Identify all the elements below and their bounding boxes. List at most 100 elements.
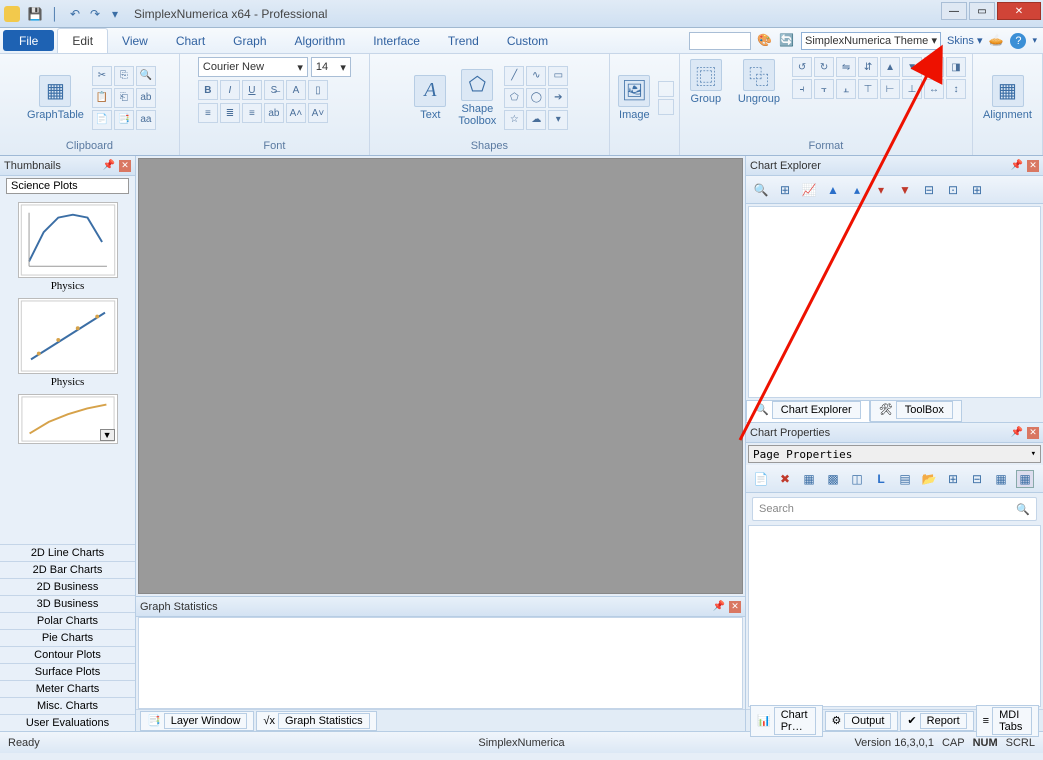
paste3-icon[interactable]: 📑 — [114, 110, 134, 130]
align-c-icon[interactable]: ⫟ — [814, 79, 834, 99]
flip1-icon[interactable]: ◧ — [924, 57, 944, 77]
line-icon[interactable]: ╱ — [504, 66, 524, 86]
curve-icon[interactable]: ∿ — [526, 66, 546, 86]
alignment-button[interactable]: ▦Alignment — [979, 73, 1036, 123]
canvas[interactable] — [138, 158, 743, 594]
dist-h-icon[interactable]: ↔ — [924, 79, 944, 99]
p3-icon[interactable]: ◫ — [848, 470, 866, 488]
p5-icon[interactable]: ▤ — [896, 470, 914, 488]
grow-font-icon[interactable]: A˄ — [286, 103, 306, 123]
cat-2d-bar[interactable]: 2D Bar Charts — [0, 561, 135, 578]
tab-algorithm[interactable]: Algorithm — [281, 28, 360, 53]
select-icon[interactable]: aa — [136, 110, 156, 130]
copy2-icon[interactable]: ⎗ — [114, 88, 134, 108]
italic-button[interactable]: I — [220, 80, 240, 100]
expand-icon[interactable]: ⊞ — [776, 181, 794, 199]
pie-icon[interactable]: 🥧 — [988, 33, 1004, 49]
star-icon[interactable]: ☆ — [504, 110, 524, 130]
close-button[interactable]: ✕ — [997, 2, 1041, 20]
cat-polar[interactable]: Polar Charts — [0, 612, 135, 629]
align-r-icon[interactable]: ⫠ — [836, 79, 856, 99]
p6-icon[interactable]: 📂 — [920, 470, 938, 488]
font-name-combo[interactable]: Courier New▾ — [198, 57, 308, 77]
tree2-icon[interactable]: ⊡ — [944, 181, 962, 199]
paste2-icon[interactable]: 📄 — [92, 110, 112, 130]
properties-grid[interactable] — [748, 525, 1041, 707]
cat-2d-line[interactable]: 2D Line Charts — [0, 544, 135, 561]
save-icon[interactable]: 💾 — [26, 5, 44, 23]
pin-icon[interactable]: 📌 — [1011, 427, 1023, 438]
cat-contour[interactable]: Contour Plots — [0, 646, 135, 663]
image-opt2-icon[interactable] — [658, 99, 674, 115]
tab-chart-explorer[interactable]: 🔍 Chart Explorer — [746, 400, 870, 422]
sync-icon[interactable]: 🔄 — [779, 33, 795, 49]
tab-view[interactable]: View — [108, 28, 162, 53]
p2-icon[interactable]: ▩ — [824, 470, 842, 488]
p7-icon[interactable]: ⊞ — [944, 470, 962, 488]
align-m-icon[interactable]: ⊢ — [880, 79, 900, 99]
maximize-button[interactable]: ▭ — [969, 2, 995, 20]
bring-front-icon[interactable]: ▲ — [880, 57, 900, 77]
font-color-icon[interactable]: A — [286, 80, 306, 100]
dist-v-icon[interactable]: ↕ — [946, 79, 966, 99]
down2-icon[interactable]: ▼ — [896, 181, 914, 199]
align-t-icon[interactable]: ⊤ — [858, 79, 878, 99]
help-dropdown-icon[interactable]: ▾ — [1032, 35, 1037, 46]
minimize-button[interactable]: — — [941, 2, 967, 20]
flip-v-icon[interactable]: ⇵ — [858, 57, 878, 77]
align-b-icon[interactable]: ⊥ — [902, 79, 922, 99]
scroll-down-icon[interactable]: ▼ — [100, 429, 115, 441]
image-opt1-icon[interactable] — [658, 81, 674, 97]
align-left-icon[interactable]: ≡ — [198, 103, 218, 123]
p4-icon[interactable]: L — [872, 470, 890, 488]
ungroup-button[interactable]: ⿻Ungroup — [734, 57, 784, 107]
new-icon[interactable]: 📄 — [752, 470, 770, 488]
close-icon[interactable]: ✕ — [729, 601, 741, 613]
page-properties-combo[interactable]: Page Properties — [748, 445, 1041, 463]
tree1-icon[interactable]: ⊟ — [920, 181, 938, 199]
tab-chart-pr[interactable]: 📊 Chart Pr… — [750, 705, 823, 737]
send-back-icon[interactable]: ▼ — [902, 57, 922, 77]
underline-button[interactable]: U — [242, 80, 262, 100]
qat-dropdown-icon[interactable]: ▾ — [106, 5, 124, 23]
text-button[interactable]: AText — [410, 73, 450, 123]
align-right-icon[interactable]: ≡ — [242, 103, 262, 123]
strike-button[interactable]: S̶ — [264, 80, 284, 100]
close-icon[interactable]: ✕ — [1027, 427, 1039, 439]
tree3-icon[interactable]: ⊞ — [968, 181, 986, 199]
cat-pie[interactable]: Pie Charts — [0, 629, 135, 646]
find-icon[interactable]: 🔍 — [136, 66, 156, 86]
cut-icon[interactable]: ✂ — [92, 66, 112, 86]
close-icon[interactable]: ✕ — [1027, 160, 1039, 172]
highlight-icon[interactable]: ▯ — [308, 80, 328, 100]
cat-user[interactable]: User Evaluations — [0, 714, 135, 731]
tab-layer-window[interactable]: 📑 Layer Window — [140, 711, 254, 731]
tab-custom[interactable]: Custom — [493, 28, 562, 53]
align-l-icon[interactable]: ⫞ — [792, 79, 812, 99]
graphtable-button[interactable]: ▦GraphTable — [23, 73, 88, 123]
tab-mdi[interactable]: ≡ MDI Tabs — [976, 705, 1039, 737]
p10-icon[interactable]: ▦ — [1016, 470, 1034, 488]
p9-icon[interactable]: ▦ — [992, 470, 1010, 488]
paste-icon[interactable]: 📋 — [92, 88, 112, 108]
up-icon[interactable]: ▲ — [824, 181, 842, 199]
ribbon-combo[interactable] — [689, 32, 751, 50]
cloud-icon[interactable]: ☁ — [526, 110, 546, 130]
group-button[interactable]: ⿴Group — [686, 57, 726, 107]
close-icon[interactable]: ✕ — [119, 160, 131, 172]
p8-icon[interactable]: ⊟ — [968, 470, 986, 488]
theme-selector[interactable]: SimplexNumerica Theme▾ — [801, 32, 941, 50]
tab-chart[interactable]: Chart — [162, 28, 219, 53]
undo-icon[interactable]: ↶ — [66, 5, 84, 23]
tab-graph[interactable]: Graph — [219, 28, 280, 53]
replace-icon[interactable]: ab — [136, 88, 156, 108]
tab-output[interactable]: ⚙ Output — [825, 711, 899, 731]
palette-icon[interactable]: 🎨 — [757, 33, 773, 49]
pin-icon[interactable]: 📌 — [103, 160, 115, 171]
thumbnail-item[interactable]: Physics — [18, 202, 118, 292]
rotate-left-icon[interactable]: ↺ — [792, 57, 812, 77]
tab-graph-statistics[interactable]: √x Graph Statistics — [256, 711, 376, 731]
cat-surface[interactable]: Surface Plots — [0, 663, 135, 680]
image-button[interactable]: 🖼Image — [614, 73, 654, 123]
shape-toolbox-button[interactable]: ⬠Shape Toolbox — [454, 67, 500, 129]
